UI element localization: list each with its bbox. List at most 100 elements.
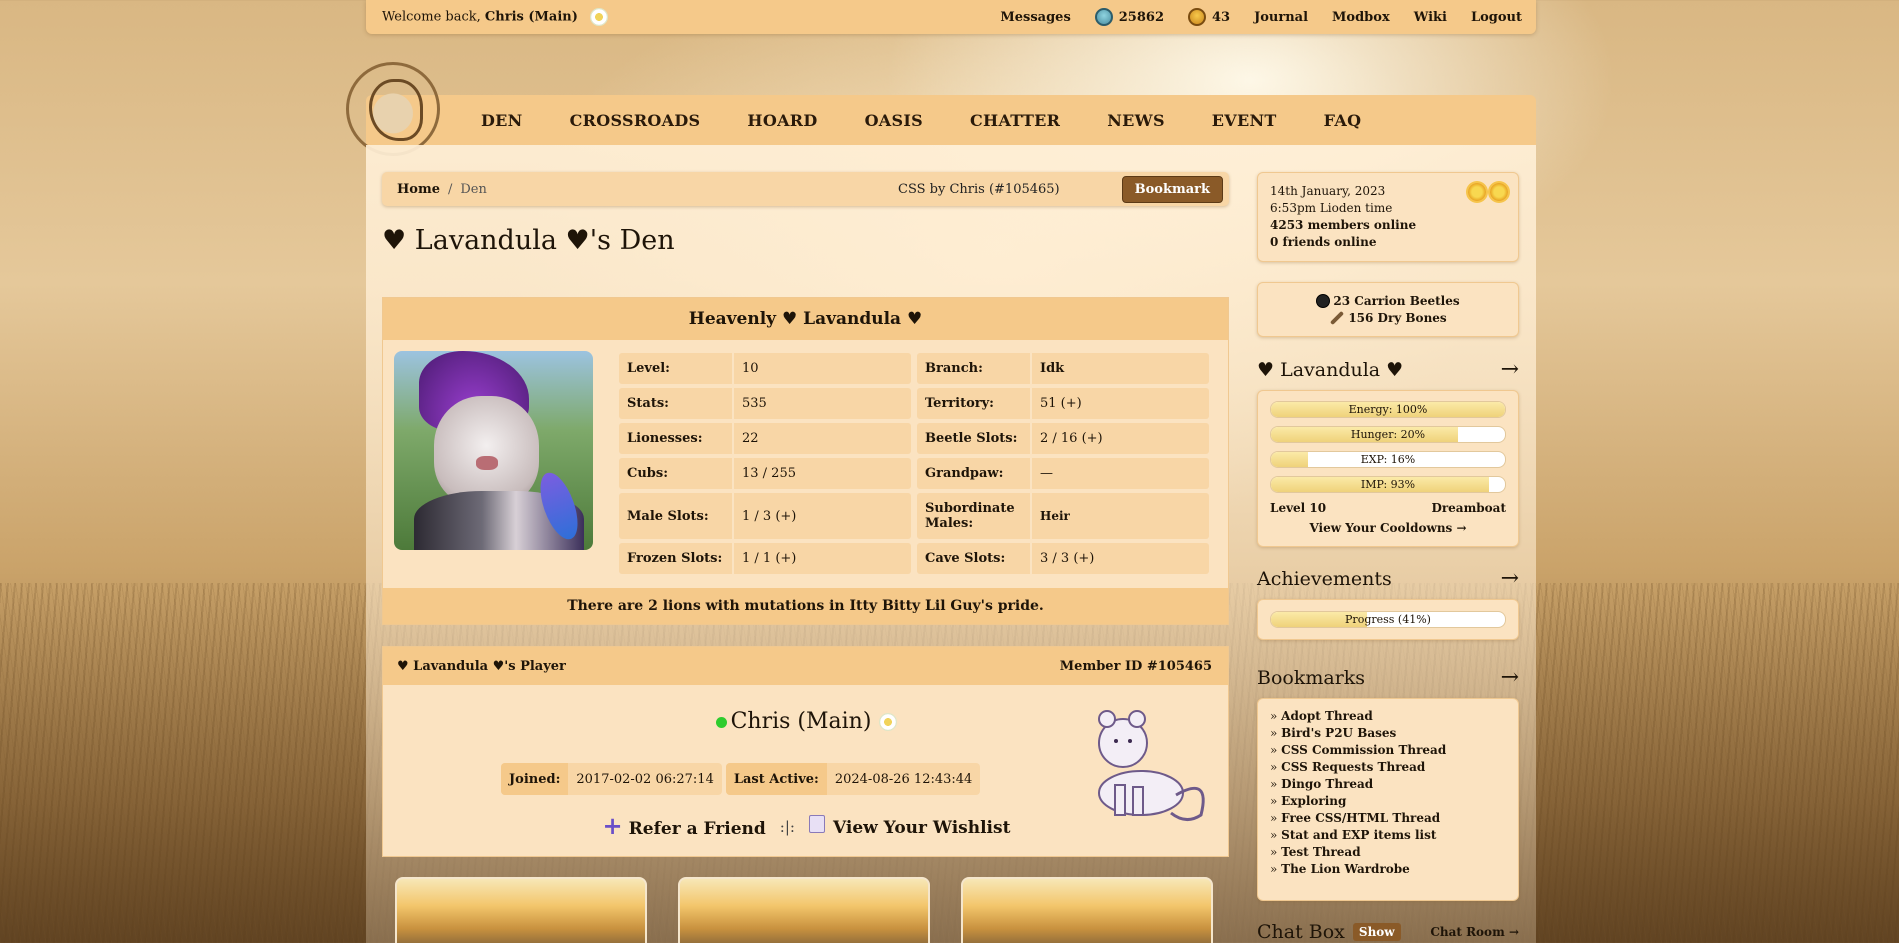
nav-faq[interactable]: FAQ xyxy=(1324,111,1362,130)
lion-panel-body: Level: 10 Branch: Idk Stats: 535 Territory:… xyxy=(383,340,1228,588)
bookmark-item[interactable]: The Lion Wardrobe xyxy=(1270,861,1506,878)
nav-news[interactable]: NEWS xyxy=(1107,111,1165,130)
nav-crossroads[interactable]: CROSSROADS xyxy=(570,111,701,130)
bookmarks-list: Adopt Thread Bird's P2U Bases CSS Commis… xyxy=(1257,698,1519,901)
nav-event[interactable]: EVENT xyxy=(1212,111,1277,130)
bone-icon xyxy=(1330,310,1345,326)
player-dates: Joined: 2017-02-02 06:27:14 Last Active: 2… xyxy=(501,763,981,795)
plus-icon: + xyxy=(602,811,623,840)
lion-title: Dreamboat xyxy=(1431,501,1506,515)
chat-room-link[interactable]: Chat Room → xyxy=(1430,925,1519,939)
lion-name: Heavenly ♥ Lavandula ♥ xyxy=(383,298,1228,340)
cooldowns-link[interactable]: View Your Cooldowns → xyxy=(1270,521,1506,535)
top-nav: Messages 25862 43 Journal Modbox Wiki Lo… xyxy=(1000,8,1522,26)
sun-icon xyxy=(1468,183,1486,201)
site-logo[interactable] xyxy=(346,62,440,156)
breadcrumb-current: Den xyxy=(460,181,487,197)
stat-frozen-slots: Frozen Slots: 1 / 1 (+) xyxy=(619,543,911,574)
bookmark-button[interactable]: Bookmark xyxy=(1121,175,1223,203)
css-credit: CSS by Chris (#105465) xyxy=(898,181,1060,197)
currency-box: 23 Carrion Beetles 156 Dry Bones xyxy=(1257,282,1519,337)
bookmark-item[interactable]: Free CSS/HTML Thread xyxy=(1270,810,1506,827)
mutations-note: There are 2 lions with mutations in Itty… xyxy=(383,588,1228,624)
arrow-right-icon: → xyxy=(1500,357,1519,382)
player-header-title: ♥ Lavandula ♥'s Player xyxy=(397,658,566,674)
energy-bar: Energy: 100% xyxy=(1270,401,1506,418)
achievement-progress-bar: Progress (41%) xyxy=(1270,611,1506,628)
gallery-image[interactable] xyxy=(678,877,930,943)
bookmark-item[interactable]: CSS Commission Thread xyxy=(1270,742,1506,759)
stat-beetle-slots: Beetle Slots: 2 / 16 (+) xyxy=(917,423,1209,454)
welcome-text: Welcome back, Chris (Main) xyxy=(382,8,608,26)
stat-branch: Branch: Idk xyxy=(917,353,1209,384)
stat-grandpaw: Grandpaw: — xyxy=(917,458,1209,489)
stat-stats: Stats: 535 xyxy=(619,388,911,419)
bookmark-item[interactable]: Bird's P2U Bases xyxy=(1270,725,1506,742)
arrow-right-icon: → xyxy=(1500,665,1519,690)
bookmark-item[interactable]: Adopt Thread xyxy=(1270,708,1506,725)
lion-level-row: Level 10 Dreamboat xyxy=(1270,501,1506,515)
refer-friend-link[interactable]: + Refer a Friend xyxy=(602,811,766,840)
nav-chatter[interactable]: CHATTER xyxy=(970,111,1060,130)
breadcrumb-home[interactable]: Home xyxy=(397,182,440,197)
bookmark-item[interactable]: Exploring xyxy=(1270,793,1506,810)
carrion-beetles: 23 Carrion Beetles xyxy=(1316,294,1460,308)
bookmark-item[interactable]: Stat and EXP items list xyxy=(1270,827,1506,844)
chat-show-button[interactable]: Show xyxy=(1352,923,1401,941)
gold-beetles[interactable]: 43 xyxy=(1188,8,1230,26)
gallery xyxy=(395,877,1215,943)
flower-icon xyxy=(879,713,898,731)
main-nav: DEN CROSSROADS HOARD OASIS CHATTER NEWS … xyxy=(366,95,1536,145)
messages-link[interactable]: Messages xyxy=(1000,10,1070,25)
content-area: Home / Den CSS by Chris (#105465) Bookma… xyxy=(366,145,1536,943)
scroll-icon xyxy=(808,815,825,833)
wiki-link[interactable]: Wiki xyxy=(1414,10,1447,25)
time-box: 14th January, 2023 6:53pm Lioden time 42… xyxy=(1257,172,1519,262)
online-status-icon xyxy=(715,716,727,728)
dry-bones: 156 Dry Bones xyxy=(1329,310,1447,326)
bookmark-item[interactable]: Dingo Thread xyxy=(1270,776,1506,793)
silver-beetles[interactable]: 25862 xyxy=(1094,8,1164,26)
modbox-link[interactable]: Modbox xyxy=(1332,10,1390,25)
member-id: Member ID #105465 xyxy=(1059,658,1212,674)
lion-image[interactable] xyxy=(394,351,593,550)
game-time: 6:53pm Lioden time xyxy=(1270,201,1393,215)
beetle-icon xyxy=(1316,294,1331,308)
nav-oasis[interactable]: OASIS xyxy=(865,111,923,130)
logout-link[interactable]: Logout xyxy=(1471,10,1522,25)
username[interactable]: Chris (Main) xyxy=(485,10,578,25)
bookmark-item[interactable]: CSS Requests Thread xyxy=(1270,759,1506,776)
last-active: Last Active: 2024-08-26 12:43:44 xyxy=(725,763,981,795)
gallery-image[interactable] xyxy=(961,877,1213,943)
nav-den[interactable]: DEN xyxy=(481,111,523,130)
sun-icon xyxy=(1490,183,1508,201)
lion-section-title[interactable]: ♥ Lavandula ♥ → xyxy=(1257,357,1519,382)
imp-bar: IMP: 93% xyxy=(1270,476,1506,493)
joined-date: Joined: 2017-02-02 06:27:14 xyxy=(501,763,722,795)
achievements-box: Progress (41%) xyxy=(1257,599,1519,640)
player-avatar[interactable] xyxy=(1071,705,1216,828)
page-title: ♥ Lavandula ♥'s Den xyxy=(382,225,675,256)
lion-stats: Level: 10 Branch: Idk Stats: 535 Territory:… xyxy=(619,353,1209,574)
gold-beetle-icon xyxy=(1188,8,1206,26)
player-panel: ♥ Lavandula ♥'s Player Member ID #105465… xyxy=(382,646,1229,857)
friends-online[interactable]: 0 friends online xyxy=(1270,234,1506,251)
breadcrumb-separator: / xyxy=(447,181,453,197)
hunger-bar: Hunger: 20% xyxy=(1270,426,1506,443)
journal-link[interactable]: Journal xyxy=(1254,10,1308,25)
stat-level: Level: 10 xyxy=(619,353,911,384)
achievements-title[interactable]: Achievements → xyxy=(1257,566,1519,591)
lion-level: Level 10 xyxy=(1270,501,1327,515)
weather-icons xyxy=(1468,183,1508,201)
lion-panel: Heavenly ♥ Lavandula ♥ Level: 10 Branch: I… xyxy=(382,297,1229,625)
breadcrumb: Home / Den xyxy=(397,182,487,197)
bookmarks-title[interactable]: Bookmarks → xyxy=(1257,665,1519,690)
links-separator: :|: xyxy=(779,817,795,836)
bookmark-item[interactable]: Test Thread xyxy=(1270,844,1506,861)
wishlist-link[interactable]: View Your Wishlist xyxy=(808,815,1010,838)
stat-lionesses: Lionesses: 22 xyxy=(619,423,911,454)
nav-hoard[interactable]: HOARD xyxy=(747,111,817,130)
gallery-image[interactable] xyxy=(395,877,647,943)
members-online[interactable]: 4253 members online xyxy=(1270,217,1506,234)
stat-cubs: Cubs: 13 / 255 xyxy=(619,458,911,489)
